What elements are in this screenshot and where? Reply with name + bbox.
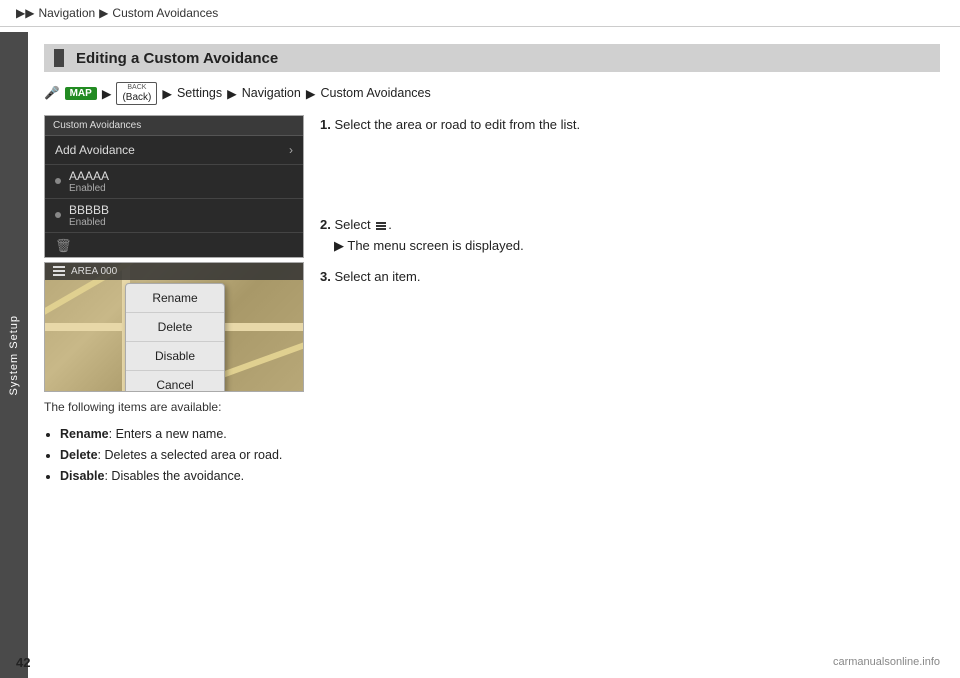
instructions-column: 1. Select the area or road to edit from … xyxy=(320,115,940,298)
nav-arrow-1: ▶ xyxy=(102,86,112,101)
step-3: 3. Select an item. xyxy=(320,267,940,288)
step-3-text: Select an item. xyxy=(334,269,420,284)
ui-screen-header: Custom Avoidances xyxy=(45,116,303,136)
context-menu: Rename Delete Disable Cancel xyxy=(125,283,225,392)
map-area-label: AREA 000 xyxy=(71,266,117,277)
add-avoidance-row[interactable]: Add Avoidance › xyxy=(45,136,303,165)
context-menu-disable[interactable]: Disable xyxy=(126,342,224,371)
bullet-item-disable: Disable: Disables the avoidance. xyxy=(60,466,304,487)
avoidance-item-1[interactable]: AAAAA Enabled xyxy=(45,165,303,199)
breadcrumb-navigation: Navigation xyxy=(38,6,95,20)
trash-icon: 🗑 xyxy=(55,238,69,252)
nav-settings: Settings xyxy=(177,86,222,100)
bullet-term-rename: Rename xyxy=(60,427,109,441)
context-menu-rename[interactable]: Rename xyxy=(126,284,224,313)
step-1: 1. Select the area or road to edit from … xyxy=(320,115,940,136)
item-bullet-icon-2 xyxy=(55,212,61,218)
map-badge: MAP xyxy=(65,87,97,100)
nav-arrow-4: ▶ xyxy=(306,86,316,101)
menu-icon xyxy=(376,222,386,230)
item-bullet-icon xyxy=(55,178,61,184)
caption-text: The following items are available: xyxy=(44,400,304,414)
bullet-item-rename: Rename: Enters a new name. xyxy=(60,424,304,445)
back-badge: BACK (Back) xyxy=(116,82,157,105)
context-menu-cancel[interactable]: Cancel xyxy=(126,371,224,392)
main-content: Editing a Custom Avoidance 🎤 MAP ▶ BACK … xyxy=(28,32,960,678)
section-heading: Editing a Custom Avoidance xyxy=(44,44,940,72)
bullet-icon: ▶▶ xyxy=(16,6,34,20)
back-top-label: BACK xyxy=(127,84,146,92)
bullet-desc-disable: Disables the avoidance. xyxy=(111,469,244,483)
screenshots-column: Custom Avoidances Add Avoidance › AAAAA … xyxy=(44,115,304,488)
bullet-list: Rename: Enters a new name. Delete: Delet… xyxy=(44,424,304,488)
sidebar-label: System Setup xyxy=(8,315,20,395)
step-2-num: 2. xyxy=(320,217,331,232)
breadcrumb-custom-avoidances: Custom Avoidances xyxy=(112,6,218,20)
heading-bar-icon xyxy=(54,49,64,67)
map-header-bar: AREA 000 xyxy=(45,263,303,280)
nav-custom-avoidances: Custom Avoidances xyxy=(320,86,430,100)
avoidance-item-2[interactable]: BBBBB Enabled xyxy=(45,199,303,233)
bullet-term-disable: Disable xyxy=(60,469,104,483)
nav-path: 🎤 MAP ▶ BACK (Back) ▶ Settings ▶ Navigat… xyxy=(44,82,940,105)
step-3-num: 3. xyxy=(320,269,331,284)
watermark: carmanualsonline.info xyxy=(833,656,940,668)
nav-arrow-2: ▶ xyxy=(162,86,172,101)
bullet-desc-delete: Deletes a selected area or road. xyxy=(104,448,282,462)
bullet-desc-rename: Enters a new name. xyxy=(116,427,227,441)
add-avoidance-label: Add Avoidance xyxy=(55,143,135,157)
voice-icon: 🎤 xyxy=(44,86,60,101)
bullet-term-delete: Delete xyxy=(60,448,98,462)
step-2-arrow: ▶ xyxy=(334,238,344,253)
add-avoidance-chevron: › xyxy=(289,143,293,157)
item-status-1: Enabled xyxy=(69,183,109,194)
delete-row: 🗑 xyxy=(45,233,303,257)
hamburger-icon[interactable] xyxy=(53,266,65,276)
step-1-num: 1. xyxy=(320,117,331,132)
step-2: 2. Select . ▶ The menu screen is display… xyxy=(320,215,940,257)
step-2-sub: The menu screen is displayed. xyxy=(347,238,523,253)
bullet-item-delete: Delete: Deletes a selected area or road. xyxy=(60,445,304,466)
item-name-2: BBBBB xyxy=(69,203,109,217)
item-status-2: Enabled xyxy=(69,217,109,228)
section-title: Editing a Custom Avoidance xyxy=(76,50,278,67)
back-label: (Back) xyxy=(122,92,151,103)
nav-arrow-3: ▶ xyxy=(227,86,237,101)
custom-avoidances-screen: Custom Avoidances Add Avoidance › AAAAA … xyxy=(44,115,304,258)
nav-navigation: Navigation xyxy=(242,86,301,100)
sidebar: System Setup xyxy=(0,32,28,678)
step-2-text: Select . xyxy=(334,217,391,232)
two-column-layout: Custom Avoidances Add Avoidance › AAAAA … xyxy=(44,115,940,488)
page-number: 42 xyxy=(16,655,30,670)
item-name-1: AAAAA xyxy=(69,169,109,183)
context-menu-delete[interactable]: Delete xyxy=(126,313,224,342)
breadcrumb: ▶▶ Navigation ▶ Custom Avoidances xyxy=(0,0,960,27)
map-screen: AREA 000 Rename Delete Disable Cancel xyxy=(44,262,304,392)
step-1-text: Select the area or road to edit from the… xyxy=(334,117,580,132)
breadcrumb-arrow: ▶ xyxy=(99,6,108,20)
